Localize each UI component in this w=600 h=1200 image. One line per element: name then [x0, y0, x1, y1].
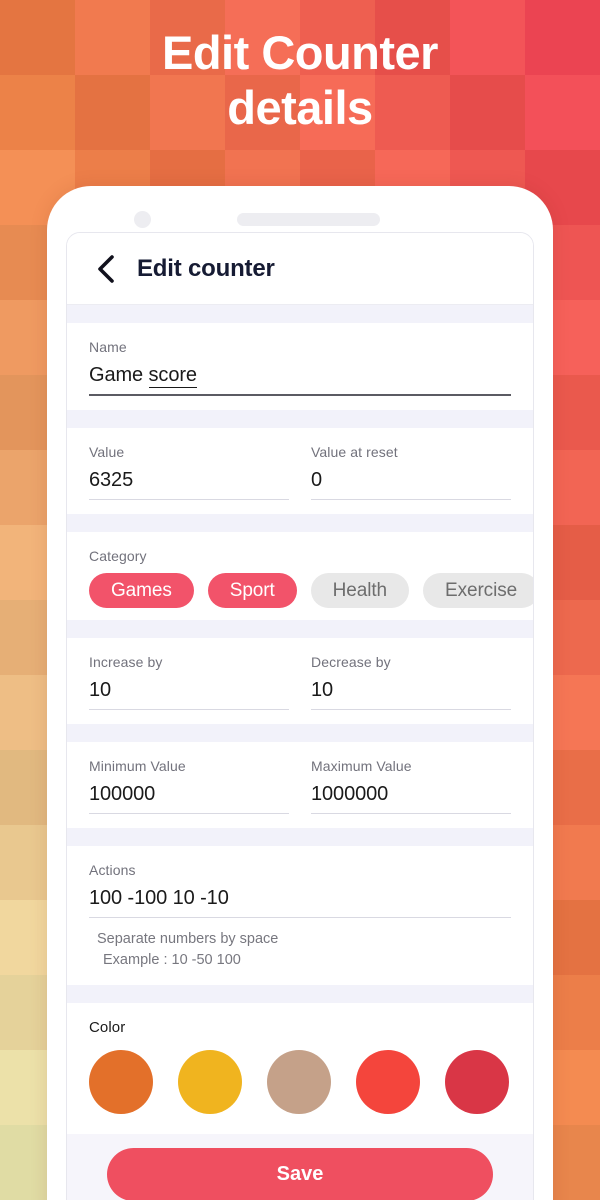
phone-mockup: Edit counter Name Game score Value 6325 …	[47, 186, 553, 1200]
actions-label: Actions	[89, 862, 136, 878]
section-divider	[67, 985, 533, 1004]
section-values: Value 6325 Value at reset 0	[67, 428, 533, 514]
app-screen: Edit counter Name Game score Value 6325 …	[66, 232, 534, 1200]
section-divider	[67, 724, 533, 742]
category-chip-sport[interactable]: Sport	[207, 573, 297, 608]
color-label: Color	[89, 1019, 126, 1037]
value-at-reset-label: Value at reset	[311, 444, 398, 460]
speaker-grill	[237, 213, 380, 226]
value-input[interactable]: 6325	[89, 469, 289, 500]
decrease-by-label: Decrease by	[311, 654, 391, 670]
color-swatch-red[interactable]	[356, 1050, 420, 1115]
section-divider	[67, 828, 533, 846]
name-value-flagged: score	[148, 364, 197, 388]
maximum-value-label: Maximum Value	[311, 758, 412, 774]
decrease-by-input[interactable]: 10	[311, 679, 511, 710]
promo-heading: Edit Counter details	[162, 26, 438, 134]
section-color: Color	[67, 1003, 533, 1129]
category-chip-exercise[interactable]: Exercise	[423, 573, 533, 608]
category-chip-list[interactable]: Games Sport Health Exercise	[89, 573, 533, 620]
actions-input[interactable]: 100 -100 10 -10	[89, 887, 511, 918]
actions-helper-line1: Separate numbers by space	[97, 931, 279, 947]
chevron-left-icon	[95, 254, 117, 284]
save-button[interactable]: Save	[107, 1148, 493, 1200]
section-name: Name Game score	[67, 323, 533, 410]
section-step: Increase by 10 Decrease by 10	[67, 638, 533, 724]
section-divider	[67, 305, 533, 323]
app-bar: Edit counter	[67, 233, 533, 305]
section-category: Category Games Sport Health Exercise	[67, 532, 533, 620]
color-swatch-list[interactable]	[89, 1050, 511, 1115]
name-input[interactable]: Game score	[89, 364, 511, 396]
page-title: Edit counter	[137, 254, 275, 282]
actions-helper: Separate numbers by space Example : 10 -…	[89, 929, 511, 971]
section-divider	[67, 620, 533, 638]
category-chip-games[interactable]: Games	[89, 573, 194, 608]
increase-by-input[interactable]: 10	[89, 679, 289, 710]
color-swatch-orange[interactable]	[89, 1050, 153, 1115]
section-divider	[67, 514, 533, 532]
section-divider	[67, 410, 533, 428]
increase-by-label: Increase by	[89, 654, 163, 670]
name-value-plain: Game	[89, 364, 149, 386]
value-at-reset-input[interactable]: 0	[311, 469, 511, 500]
category-label: Category	[89, 548, 147, 564]
actions-helper-line2: Example : 10 -50 100	[103, 952, 241, 969]
back-button[interactable]	[87, 250, 125, 288]
section-limits: Minimum Value 100000 Maximum Value 10000…	[67, 742, 533, 828]
section-actions: Actions 100 -100 10 -10 Separate numbers…	[67, 846, 533, 986]
name-label: Name	[89, 339, 127, 355]
minimum-value-input[interactable]: 100000	[89, 783, 289, 814]
phone-notch	[47, 208, 553, 232]
maximum-value-input[interactable]: 1000000	[311, 783, 511, 814]
camera-icon	[134, 211, 151, 228]
value-label: Value	[89, 444, 125, 460]
color-swatch-tan[interactable]	[267, 1050, 331, 1115]
minimum-value-label: Minimum Value	[89, 758, 186, 774]
color-swatch-crimson[interactable]	[445, 1050, 509, 1115]
category-chip-health[interactable]: Health	[310, 573, 409, 608]
save-bar: Save	[67, 1134, 533, 1200]
color-swatch-amber[interactable]	[178, 1050, 242, 1115]
